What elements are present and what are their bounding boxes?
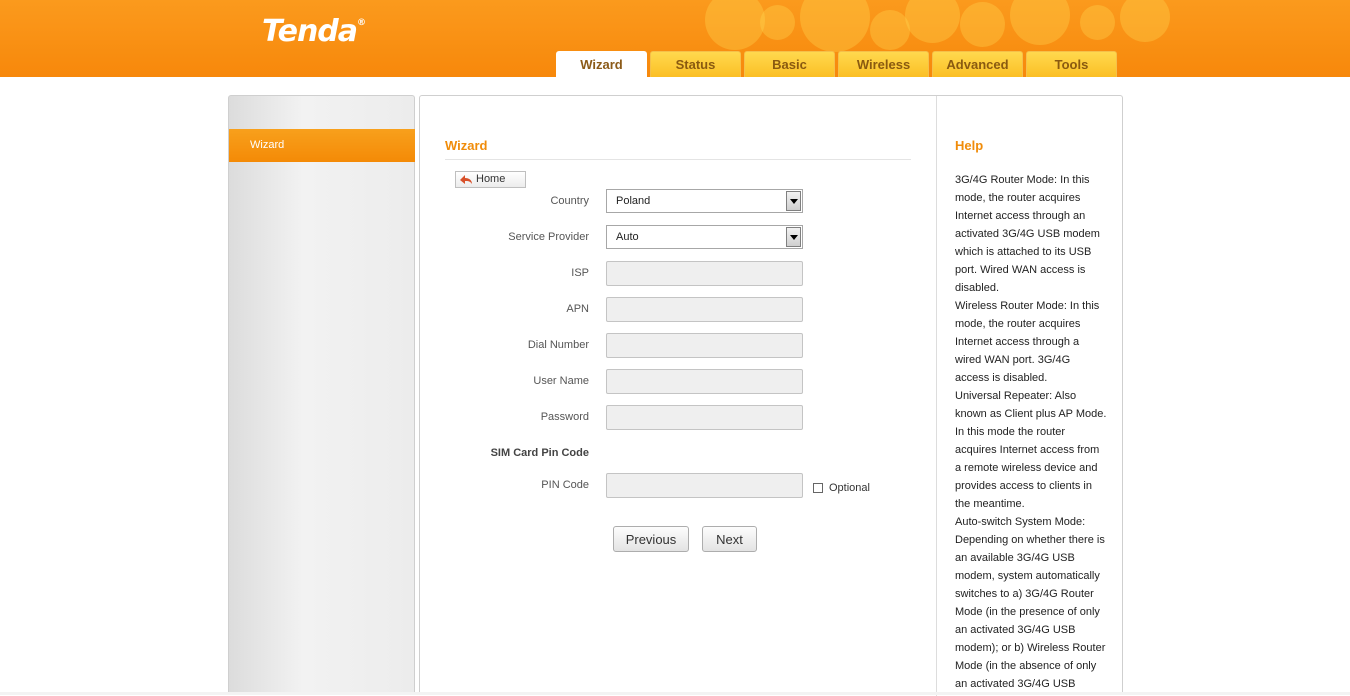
password-input[interactable]: [606, 405, 803, 430]
apn-label: APN: [566, 303, 589, 315]
isp-label: ISP: [571, 267, 589, 279]
help-paragraph: Universal Repeater: Also known as Client…: [955, 390, 1107, 510]
help-paragraph: Wireless Router Mode: In this mode, the …: [955, 300, 1100, 384]
sidebar: Wizard: [228, 95, 415, 695]
pin-code-label: PIN Code: [541, 479, 589, 491]
service-provider-label: Service Provider: [508, 231, 589, 243]
service-provider-value: Auto: [616, 231, 639, 243]
sidebar-item-wizard[interactable]: Wizard: [229, 129, 415, 162]
next-button[interactable]: Next: [702, 526, 757, 552]
help-divider: [936, 96, 937, 696]
user-name-label: User Name: [533, 375, 589, 387]
country-value: Poland: [616, 195, 651, 207]
help-text: 3G/4G Router Mode: In this mode, the rou…: [955, 171, 1107, 693]
previous-button[interactable]: Previous: [613, 526, 689, 552]
tenda-logo: Tenda®: [262, 14, 366, 49]
chevron-down-icon: [786, 191, 801, 211]
main-panel: Wizard Home Country Poland Service Provi…: [419, 95, 1123, 696]
user-name-input[interactable]: [606, 369, 803, 394]
pin-code-input[interactable]: [606, 473, 803, 498]
tab-tools[interactable]: Tools: [1026, 51, 1117, 77]
tab-wireless[interactable]: Wireless: [838, 51, 929, 77]
page-title: Wizard: [445, 138, 488, 153]
isp-input[interactable]: [606, 261, 803, 286]
main-nav: Wizard Status Basic Wireless Advanced To…: [556, 51, 1117, 77]
header-banner: Tenda® Wizard Status Basic Wireless Adva…: [0, 0, 1350, 77]
home-label: Home: [476, 173, 506, 185]
help-paragraph: Auto-switch System Mode: Depending on wh…: [955, 516, 1106, 690]
help-paragraph: 3G/4G Router Mode: In this mode, the rou…: [955, 174, 1100, 294]
home-button[interactable]: Home: [455, 171, 526, 188]
country-label: Country: [550, 195, 589, 207]
tab-wizard[interactable]: Wizard: [556, 51, 647, 77]
dial-number-label: Dial Number: [527, 339, 589, 351]
sim-pin-heading: SIM Card Pin Code: [490, 447, 589, 459]
country-select[interactable]: Poland: [606, 189, 803, 213]
dial-number-input[interactable]: [606, 333, 803, 358]
password-label: Password: [540, 411, 589, 423]
apn-input[interactable]: [606, 297, 803, 322]
optional-label: Optional: [829, 482, 870, 494]
chevron-down-icon: [786, 227, 801, 247]
tab-status[interactable]: Status: [650, 51, 741, 77]
tab-basic[interactable]: Basic: [744, 51, 835, 77]
help-title: Help: [955, 138, 984, 153]
title-divider: [445, 159, 911, 160]
tab-advanced[interactable]: Advanced: [932, 51, 1023, 77]
optional-checkbox[interactable]: [813, 483, 823, 493]
service-provider-select[interactable]: Auto: [606, 225, 803, 249]
home-arrow-icon: [460, 175, 472, 184]
